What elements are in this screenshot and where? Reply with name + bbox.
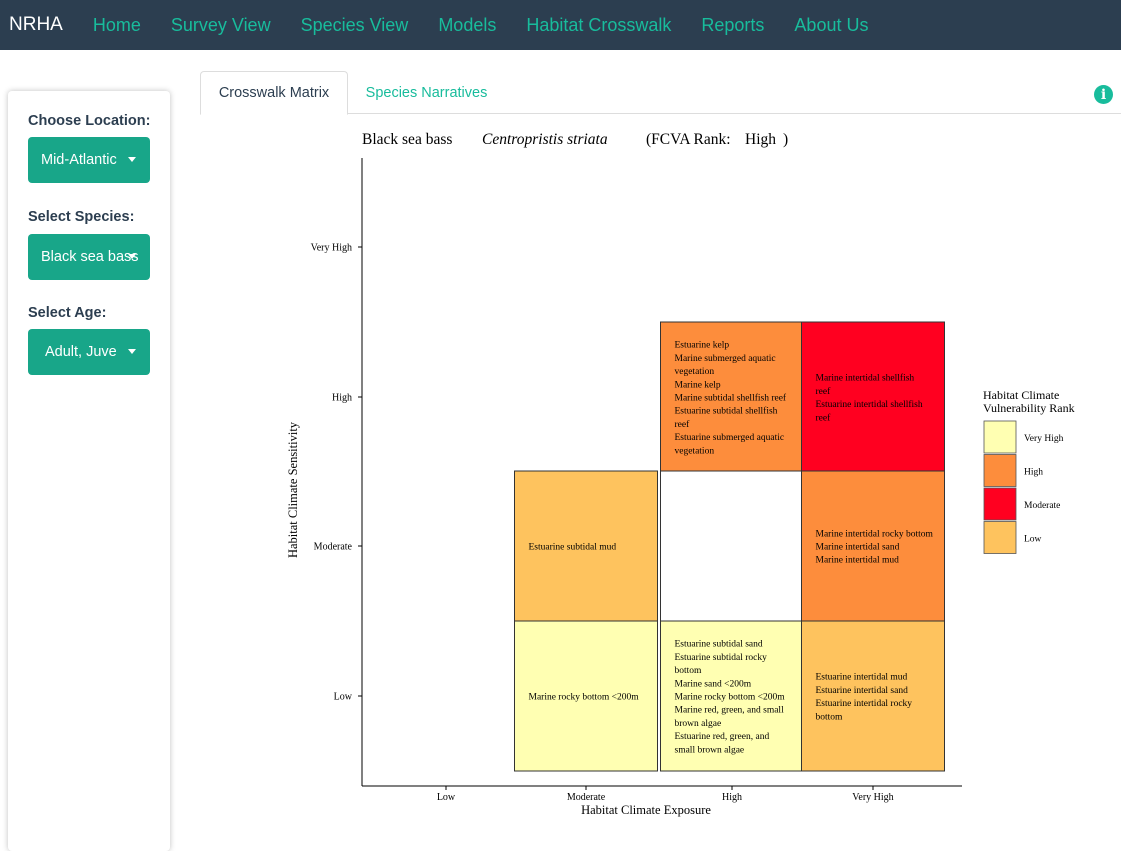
matrix-cell-label: Marine intertidal rocky bottom	[816, 529, 934, 539]
y-tick-label: Very High	[311, 243, 352, 254]
matrix-cell-label: Estuarine intertidal shellfish	[816, 399, 923, 410]
matrix-cell-label: Marine intertidal shellfish	[816, 373, 915, 384]
top-navbar: NRHA Home Survey View Species View Model…	[0, 0, 1121, 50]
matrix-cell-label: bottom	[675, 666, 703, 676]
age-select[interactable]: Adult, Juve	[28, 329, 150, 375]
legend-item-label: Very High	[1024, 434, 1064, 444]
matrix-cell	[801, 321, 945, 473]
legend-swatch	[983, 521, 1017, 554]
tab-species-narratives[interactable]: Species Narratives	[350, 71, 503, 114]
nav-species-view[interactable]: Species View	[301, 15, 409, 36]
matrix-cell-label: Marine sand <200m	[675, 679, 752, 689]
matrix-cell-label: vegetation	[675, 446, 715, 456]
matrix-cell-label: Marine red, green, and small	[675, 706, 785, 716]
sidebar-panel: Choose Location: Mid-Atlantic Select Spe…	[8, 91, 170, 851]
caret-down-icon	[128, 349, 136, 354]
caret-down-icon	[128, 254, 136, 259]
nav-survey-view[interactable]: Survey View	[171, 15, 271, 36]
matrix-cell-label: Estuarine submerged aquatic	[675, 433, 785, 443]
matrix-cell-label: Marine intertidal mud	[816, 556, 900, 566]
matrix-cell-label: reef	[816, 412, 832, 423]
species-select-value: Black sea bass	[41, 249, 139, 265]
chart-title-common-name: Black sea bass	[362, 131, 452, 148]
brand-logo[interactable]: NRHA	[0, 14, 77, 36]
matrix-cell-label: Estuarine subtidal shellfish	[675, 406, 778, 417]
matrix-cell-label: Estuarine red, green, and	[675, 732, 770, 742]
chart-svg: Black sea bass Centropristis striata (FCVA…	[286, 131, 1075, 817]
y-tick-label: Low	[334, 692, 353, 703]
matrix-cell-label: Estuarine kelp	[675, 341, 730, 351]
x-tick-label: Moderate	[567, 792, 606, 803]
matrix-cell-label: Marine kelp	[675, 380, 721, 390]
tab-crosswalk-matrix[interactable]: Crosswalk Matrix	[200, 71, 348, 115]
x-tick-label: Low	[437, 792, 456, 803]
species-label: Select Species:	[28, 209, 135, 225]
legend-title: Vulnerability Rank	[983, 401, 1075, 415]
chart-title-rank-suffix: )	[783, 131, 788, 148]
matrix-cell-label: Marine rocky bottom <200m	[675, 693, 786, 703]
chart-title-rank-prefix: (FCVA Rank:	[646, 131, 731, 148]
x-axis-title: Habitat Climate Exposure	[581, 803, 711, 817]
legend-item-label: Moderate	[1024, 501, 1060, 511]
info-icon[interactable]: i	[1094, 85, 1113, 104]
crosswalk-matrix-chart: Black sea bass Centropristis striata (FCVA…	[200, 120, 1121, 841]
matrix-cell-label: reef	[675, 419, 691, 430]
nav-reports[interactable]: Reports	[701, 15, 764, 36]
x-tick-label: Very High	[852, 792, 893, 803]
legend-item-label: Low	[1024, 535, 1042, 545]
legend-item-label: High	[1024, 468, 1043, 478]
legend-swatch	[983, 487, 1017, 521]
nav-home[interactable]: Home	[93, 15, 141, 36]
y-tick-label: Moderate	[314, 542, 353, 553]
caret-down-icon	[128, 157, 136, 162]
matrix-cell-label: Estuarine subtidal sand	[675, 640, 763, 650]
matrix-cell-label: small brown algae	[675, 745, 745, 755]
matrix-cell-label: vegetation	[675, 367, 715, 377]
legend-title: Habitat Climate	[983, 388, 1059, 402]
matrix-cell-label: Estuarine subtidal mud	[529, 543, 617, 553]
nav-about-us[interactable]: About Us	[794, 15, 868, 36]
matrix-cell	[801, 620, 945, 772]
age-select-value: Adult, Juve	[45, 344, 117, 360]
location-select-value: Mid-Atlantic	[41, 152, 117, 168]
nav-habitat-crosswalk[interactable]: Habitat Crosswalk	[526, 15, 671, 36]
matrix-cell-label: Marine intertidal sand	[816, 543, 900, 553]
legend-swatch	[983, 454, 1017, 487]
matrix-cell-label: bottom	[816, 712, 844, 722]
tab-bar: Crosswalk Matrix Species Narratives	[200, 71, 1121, 115]
matrix-cell-label: Marine subtidal shellfish reef	[675, 393, 787, 404]
matrix-cell-label: Estuarine intertidal rocky	[816, 699, 913, 709]
matrix-cell-label: brown algae	[675, 719, 722, 729]
y-axis-title: Habitat Climate Sensitivity	[286, 421, 300, 558]
nav-models[interactable]: Models	[438, 15, 496, 36]
x-tick-label: High	[722, 792, 742, 803]
matrix-cell-label: Estuarine intertidal sand	[816, 686, 909, 696]
location-select[interactable]: Mid-Atlantic	[28, 137, 150, 183]
legend-swatch	[983, 420, 1017, 454]
age-label: Select Age:	[28, 305, 107, 321]
matrix-cell-label: reef	[816, 386, 832, 397]
species-select[interactable]: Black sea bass	[28, 234, 150, 280]
matrix-cell-label: Marine submerged aquatic	[675, 354, 776, 364]
y-tick-label: High	[332, 393, 352, 404]
location-label: Choose Location:	[28, 113, 151, 129]
chart-title-rank-value: High	[745, 131, 776, 148]
chart-title-scientific-name: Centropristis striata	[482, 131, 608, 148]
matrix-cell-label: Estuarine intertidal mud	[816, 673, 908, 683]
matrix-cell-label: Marine rocky bottom <200m	[529, 693, 640, 703]
matrix-cell-label: Estuarine subtidal rocky	[675, 653, 768, 663]
matrix-cell	[660, 470, 804, 622]
